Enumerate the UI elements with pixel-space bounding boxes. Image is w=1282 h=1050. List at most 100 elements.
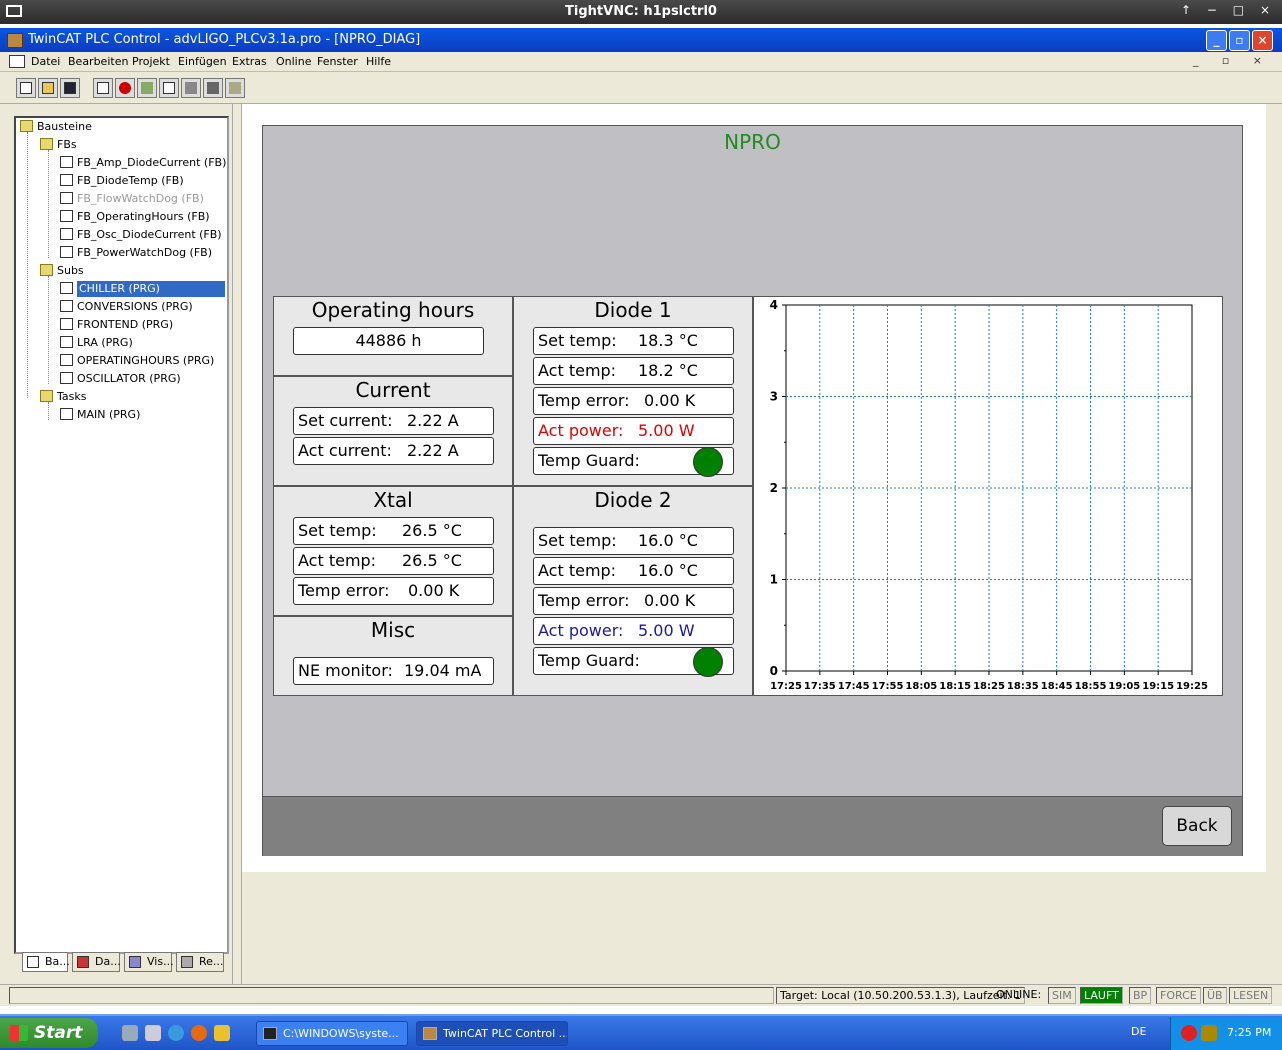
tree-item-fb[interactable]: FB_OperatingHours (FB): [60, 209, 210, 225]
app-title: TwinCAT PLC Control - advLIGO_PLCv3.1a.p…: [28, 32, 421, 47]
folder-icon: [40, 264, 53, 276]
y-tick-label: 0: [770, 664, 778, 678]
internet-explorer-icon[interactable]: [168, 1025, 184, 1041]
twincat-app-icon[interactable]: [7, 33, 23, 48]
vnc-window-controls[interactable]: ↑ − □ ×: [1181, 3, 1276, 17]
status-bar: Target: Local (10.50.200.53.1.3), Laufze…: [0, 984, 1282, 1006]
tree-item-fb[interactable]: FB_PowerWatchDog (FB): [60, 245, 212, 261]
tree-item-prg[interactable]: OSCILLATOR (PRG): [60, 371, 181, 387]
save-disk-icon[interactable]: [60, 78, 80, 98]
tab-bausteine[interactable]: Ba...: [22, 952, 70, 972]
document-icon: [60, 354, 73, 366]
panel-splitter[interactable]: [232, 104, 242, 984]
visualization-icon: [129, 956, 141, 968]
y-tick-label: 4: [770, 298, 778, 312]
force-values-icon[interactable]: [203, 78, 223, 98]
menu-bearbeiten[interactable]: Bearbeiten: [68, 55, 128, 68]
tree-line: [27, 132, 28, 398]
tree-item-task[interactable]: MAIN (PRG): [60, 407, 140, 423]
tree-item-fb[interactable]: FB_FlowWatchDog (FB): [60, 191, 204, 207]
menu-projekt[interactable]: Projekt: [132, 55, 170, 68]
section-header: Diode 2: [594, 488, 672, 512]
task-twincat[interactable]: TwinCAT PLC Control ...: [416, 1021, 568, 1046]
cmd-icon: [263, 1027, 277, 1040]
section-header: Xtal: [373, 488, 413, 512]
section-header: Operating hours: [311, 298, 475, 322]
windows-flag-icon: [10, 1025, 28, 1041]
tree-folder-tasks[interactable]: Tasks: [40, 389, 86, 405]
start-button[interactable]: Start: [0, 1018, 98, 1048]
menu-einfuegen[interactable]: Einfügen: [178, 55, 227, 68]
mdi-window-controls[interactable]: _ ▫ ×: [1193, 54, 1272, 67]
open-folder-icon[interactable]: [38, 78, 58, 98]
tab-datentypen[interactable]: Da...: [72, 952, 121, 972]
xtal-temp-error-field: Temp error: 0.00 K: [293, 577, 494, 605]
tab-visualisierungen[interactable]: Vis...: [124, 952, 174, 972]
x-tick-label: 17:25: [770, 681, 802, 692]
step-icon[interactable]: [159, 78, 179, 98]
back-button[interactable]: Back: [1162, 806, 1232, 846]
diode1-act-power-field: Act power: 5.00 W: [533, 417, 734, 445]
menu-datei[interactable]: Datei: [31, 55, 60, 68]
folder-icon: [40, 138, 53, 150]
document-icon: [60, 372, 73, 384]
twincat-quicklaunch-icon[interactable]: [214, 1025, 230, 1041]
language-indicator[interactable]: DE: [1131, 1025, 1146, 1038]
tree-item-fb[interactable]: FB_DiodeTemp (FB): [60, 173, 184, 189]
diode2-act-power-field: Act power: 5.00 W: [533, 617, 734, 645]
minimize-button[interactable]: _: [1206, 30, 1227, 51]
menu-bar: Datei Bearbeiten Projekt Einfügen Extras…: [0, 52, 1282, 72]
diode1-section: Diode 1 Set temp: 18.3 °C Act temp: 18.2 °…: [513, 296, 753, 486]
tree-folder-subs[interactable]: Subs: [40, 263, 84, 279]
diode1-temp-guard-field: Temp Guard:: [533, 447, 734, 477]
tree-item-prg[interactable]: LRA (PRG): [60, 335, 133, 351]
section-header: Diode 1: [594, 298, 672, 322]
menu-online[interactable]: Online: [276, 55, 311, 68]
tree-item-fb[interactable]: FB_Osc_DiodeCurrent (FB): [60, 227, 222, 243]
x-tick-label: 18:55: [1075, 681, 1107, 692]
document-system-icon[interactable]: [9, 55, 25, 68]
document-icon: [60, 210, 73, 222]
tree-item-prg[interactable]: FRONTEND (PRG): [60, 317, 173, 333]
menu-extras[interactable]: Extras: [232, 55, 267, 68]
restore-button[interactable]: ▫: [1229, 30, 1250, 51]
navigation-bar: Back: [263, 796, 1242, 856]
tree-item-prg-selected[interactable]: CHILLER (PRG): [60, 281, 225, 297]
menu-fenster[interactable]: Fenster: [317, 55, 358, 68]
tree-folder-fbs[interactable]: FBs: [40, 137, 77, 153]
breakpoint-icon[interactable]: [137, 78, 157, 98]
tree-folder-bausteine[interactable]: Bausteine: [20, 119, 92, 135]
resources-icon: [181, 956, 193, 968]
status-online: ONLINE:: [996, 988, 1042, 1001]
tab-ressourcen[interactable]: Re...: [176, 952, 224, 972]
tree-item-prg[interactable]: CONVERSIONS (PRG): [60, 299, 193, 315]
firefox-icon[interactable]: [191, 1025, 207, 1041]
xtal-section: Xtal Set temp: 26.5 °C Act temp: 26.5 °C T…: [273, 486, 513, 616]
tree-item-fb[interactable]: FB_Amp_DiodeCurrent (FB): [60, 155, 226, 171]
twincat-tray-icon[interactable]: [1201, 1025, 1217, 1041]
panel-title: NPRO: [724, 130, 781, 154]
menu-hilfe[interactable]: Hilfe: [366, 55, 391, 68]
stop-icon[interactable]: [115, 78, 135, 98]
xtal-set-temp-field: Set temp: 26.5 °C: [293, 517, 494, 545]
section-header: Current: [355, 378, 431, 402]
taskbar: Start C:\WINDOWS\syste... TwinCAT PLC Co…: [0, 1014, 1282, 1050]
release-force-icon[interactable]: [225, 78, 245, 98]
new-file-icon[interactable]: [16, 78, 36, 98]
recycle-icon[interactable]: [145, 1025, 161, 1041]
write-values-icon[interactable]: [181, 78, 201, 98]
system-tray: 7:25 PM: [1170, 1017, 1282, 1050]
tree-item-prg[interactable]: OPERATINGHOURS (PRG): [60, 353, 214, 369]
document-icon: [60, 336, 73, 348]
document-icon: [60, 318, 73, 330]
login-icon[interactable]: [93, 78, 113, 98]
show-desktop-icon[interactable]: [122, 1025, 138, 1041]
status-bp: BP: [1129, 987, 1152, 1004]
tree-line: [48, 276, 49, 384]
document-icon: [60, 192, 73, 204]
close-button[interactable]: ×: [1252, 30, 1273, 51]
x-tick-label: 18:45: [1041, 681, 1073, 692]
toolbar: [0, 72, 1282, 104]
task-cmd[interactable]: C:\WINDOWS\syste...: [256, 1021, 408, 1046]
security-icon[interactable]: [1181, 1025, 1197, 1041]
